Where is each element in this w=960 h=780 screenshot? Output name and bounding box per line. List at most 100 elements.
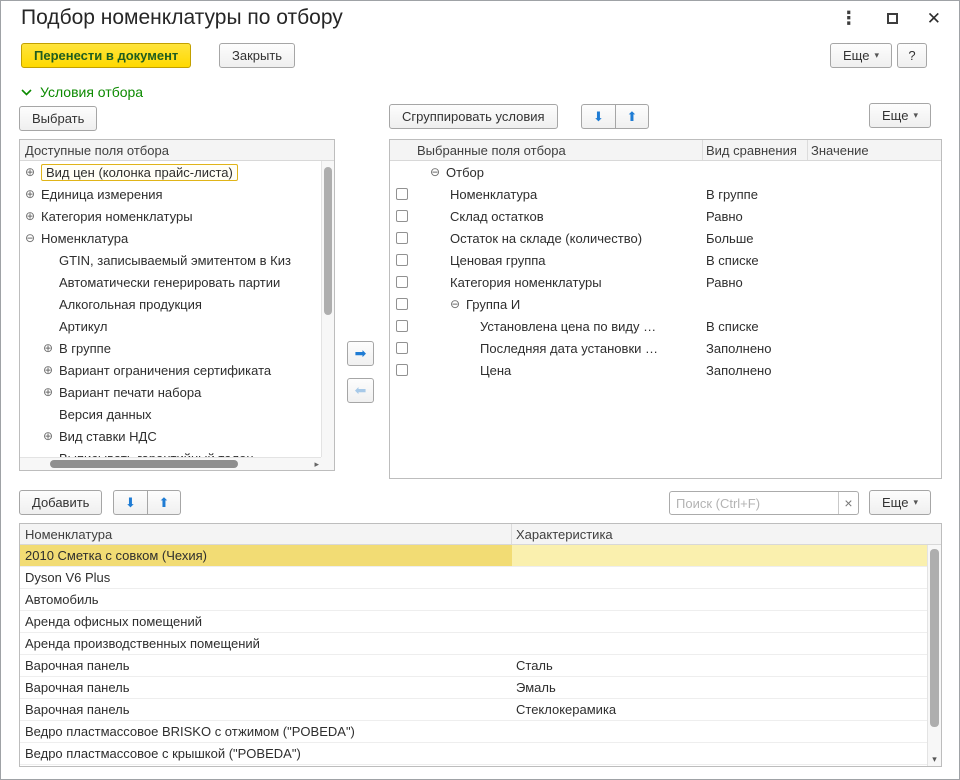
- expand-icon[interactable]: ⊕: [25, 188, 41, 200]
- tree-item[interactable]: ⊕ Вариант ограничения сертификата: [20, 359, 321, 381]
- expand-icon[interactable]: ⊕: [25, 166, 41, 178]
- item-name: Автомобиль: [25, 592, 99, 607]
- available-fields-panel: Доступные поля отбора ⊕ Вид цен (колонка…: [19, 139, 335, 471]
- vertical-scrollbar[interactable]: ▾: [927, 545, 941, 766]
- item-row[interactable]: Автомобиль: [20, 589, 941, 611]
- item-row[interactable]: Варочная панель Стеклокерамика: [20, 699, 941, 721]
- search-input[interactable]: [670, 492, 838, 514]
- window-controls: ⋮ ✕: [840, 9, 941, 27]
- tree-item-label: Автоматически генерировать партии: [59, 274, 281, 290]
- collapse-icon[interactable]: ⊖: [25, 232, 41, 244]
- checkbox[interactable]: [396, 232, 408, 244]
- field-column-header: Выбранные поля отбора: [417, 142, 566, 158]
- move-up-button[interactable]: ⬆: [147, 490, 181, 515]
- help-button[interactable]: ?: [897, 43, 927, 68]
- scroll-down-icon[interactable]: ▾: [928, 754, 941, 765]
- checkbox[interactable]: [396, 298, 408, 310]
- move-right-button[interactable]: ➡: [347, 341, 374, 366]
- condition-row[interactable]: Последняя дата установки … Заполнено: [390, 337, 941, 359]
- transfer-to-document-button[interactable]: Перенести в документ: [21, 43, 192, 68]
- arrow-up-icon: ⬆: [158, 494, 170, 510]
- condition-row[interactable]: Установлена цена по виду … В списке: [390, 315, 941, 337]
- conditions-header-row: Выбранные поля отбора Вид сравнения Знач…: [390, 140, 941, 161]
- checkbox[interactable]: [396, 254, 408, 266]
- add-button[interactable]: Добавить: [19, 490, 103, 515]
- condition-field-label: Ценовая группа: [450, 252, 546, 268]
- comparison-value: Равно: [706, 274, 743, 290]
- condition-row[interactable]: Остаток на складе (количество) Больше: [390, 227, 941, 249]
- scrollbar-thumb[interactable]: [324, 167, 332, 315]
- tree-item[interactable]: Выписывать гарантийный талон: [20, 447, 321, 458]
- scrollbar-thumb[interactable]: [930, 549, 939, 727]
- comparison-column-header: Вид сравнения: [702, 140, 807, 160]
- move-down-button[interactable]: ⬇: [113, 490, 147, 515]
- checkbox[interactable]: [396, 320, 408, 332]
- move-up-button[interactable]: ⬆: [615, 104, 649, 129]
- tree-item-label: Артикул: [59, 318, 108, 334]
- item-characteristic: Стеклокерамика: [516, 702, 617, 717]
- move-left-button[interactable]: ⬅: [347, 378, 374, 403]
- item-row[interactable]: Ведро пластмассовое BRISKO с отжимом ("P…: [20, 721, 941, 743]
- vertical-scrollbar[interactable]: [321, 161, 334, 457]
- item-row[interactable]: Варочная панель Сталь: [20, 655, 941, 677]
- window-menu-icon[interactable]: ⋮: [840, 9, 858, 27]
- expand-icon[interactable]: ⊕: [43, 364, 59, 376]
- collapse-icon[interactable]: ⊖: [450, 298, 466, 310]
- group-conditions-button[interactable]: Сгруппировать условия: [389, 104, 558, 129]
- maximize-icon[interactable]: [886, 12, 898, 24]
- condition-group-row[interactable]: ⊖ Группа И: [390, 293, 941, 315]
- checkbox[interactable]: [396, 188, 408, 200]
- tree-item[interactable]: ⊕ Вид цен (колонка прайс-листа): [20, 161, 321, 183]
- checkbox[interactable]: [396, 276, 408, 288]
- collapse-icon[interactable]: ⊖: [430, 166, 446, 178]
- expand-icon[interactable]: ⊕: [43, 430, 59, 442]
- item-row-selected[interactable]: 2010 Сметка с совком (Чехия): [20, 545, 941, 567]
- checkbox[interactable]: [396, 342, 408, 354]
- condition-row[interactable]: Цена Заполнено: [390, 359, 941, 381]
- nomenclature-column-header: Номенклатура: [20, 524, 512, 544]
- tree-item[interactable]: Артикул: [20, 315, 321, 337]
- item-characteristic: [512, 721, 941, 742]
- comparison-value: В группе: [706, 186, 758, 202]
- item-row[interactable]: Dyson V6 Plus: [20, 567, 941, 589]
- condition-row[interactable]: Склад остатков Равно: [390, 205, 941, 227]
- tree-item[interactable]: Алкогольная продукция: [20, 293, 321, 315]
- select-field-button[interactable]: Выбрать: [19, 106, 98, 131]
- tree-item[interactable]: Версия данных: [20, 403, 321, 425]
- condition-row[interactable]: Номенклатура В группе: [390, 183, 941, 205]
- condition-group-row[interactable]: ⊖ Отбор: [390, 161, 941, 183]
- item-row[interactable]: Аренда производственных помещений: [20, 633, 941, 655]
- more-button-conditions[interactable]: Еще ▾: [869, 103, 931, 128]
- tree-item[interactable]: ⊖ Номенклатура: [20, 227, 321, 249]
- item-row[interactable]: Варочная панель Эмаль: [20, 677, 941, 699]
- checkbox[interactable]: [396, 364, 408, 376]
- tree-item[interactable]: ⊕ Вид ставки НДС: [20, 425, 321, 447]
- scrollbar-thumb[interactable]: [50, 460, 238, 468]
- tree-item[interactable]: ⊕ Категория номенклатуры: [20, 205, 321, 227]
- condition-row[interactable]: Ценовая группа В списке: [390, 249, 941, 271]
- condition-row[interactable]: Категория номенклатуры Равно: [390, 271, 941, 293]
- more-button-items[interactable]: Еще ▾: [869, 490, 931, 515]
- checkbox[interactable]: [396, 210, 408, 222]
- tree-item[interactable]: ⊕ В группе: [20, 337, 321, 359]
- expand-icon[interactable]: ⊕: [43, 342, 59, 354]
- tree-item[interactable]: ⊕ Единица измерения: [20, 183, 321, 205]
- tree-item[interactable]: GTIN, записываемый эмитентом в Киз: [20, 249, 321, 271]
- arrow-right-icon: ➡: [354, 345, 367, 361]
- move-down-button[interactable]: ⬇: [581, 104, 615, 129]
- item-name: Ведро пластмассовое с крышкой ("POBEDA"): [25, 746, 301, 761]
- clear-search-icon[interactable]: ×: [838, 492, 858, 514]
- close-button[interactable]: Закрыть: [219, 43, 296, 68]
- horizontal-scrollbar[interactable]: ▸: [20, 457, 321, 470]
- tree-item-label: Вид цен (колонка прайс-листа): [41, 163, 238, 181]
- item-row[interactable]: Ведро пластмассовое с крышкой ("POBEDA"): [20, 743, 941, 765]
- more-button-top[interactable]: Еще ▾: [830, 43, 892, 68]
- tree-item[interactable]: Автоматически генерировать партии: [20, 271, 321, 293]
- expand-icon[interactable]: ⊕: [43, 386, 59, 398]
- item-row[interactable]: Аренда офисных помещений: [20, 611, 941, 633]
- tree-item[interactable]: ⊕ Вариант печати набора: [20, 381, 321, 403]
- filter-section-toggle[interactable]: Условия отбора: [21, 84, 143, 100]
- scroll-right-icon[interactable]: ▸: [314, 458, 319, 470]
- expand-icon[interactable]: ⊕: [25, 210, 41, 222]
- close-icon[interactable]: ✕: [927, 10, 941, 27]
